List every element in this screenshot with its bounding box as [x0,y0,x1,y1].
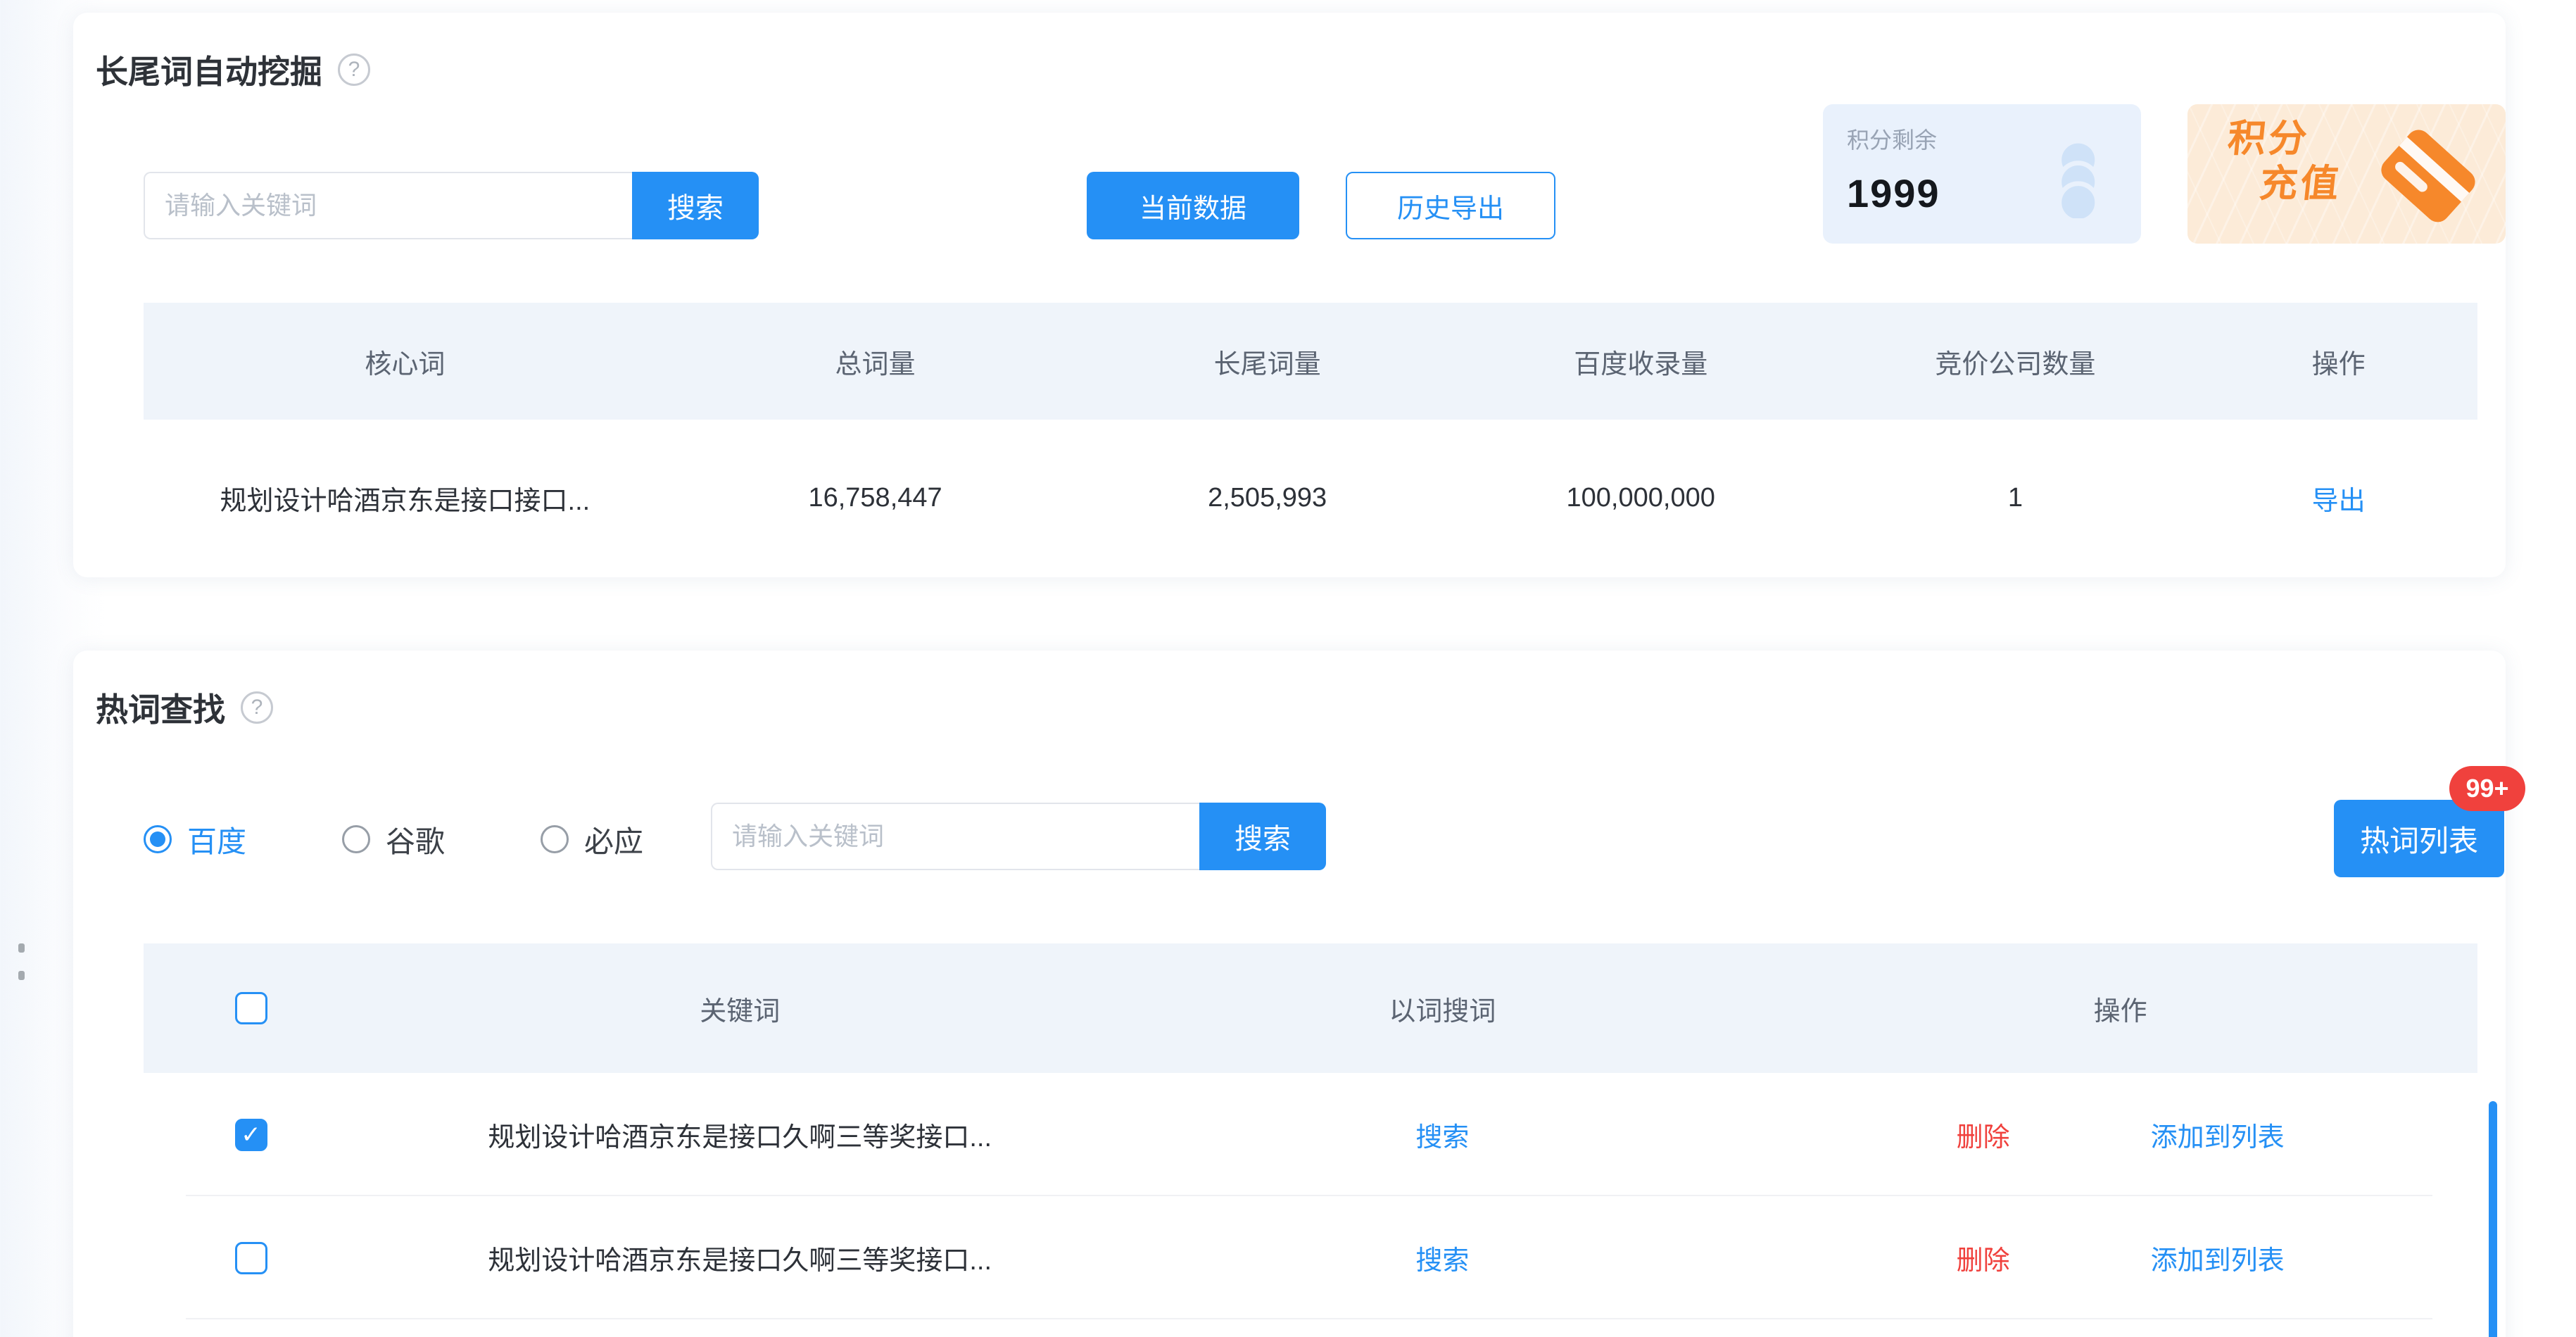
help-icon[interactable]: ? [241,691,273,724]
col-baidu-indexed: 百度收录量 [1451,342,1831,381]
page-title: 长尾词自动挖掘 [96,46,322,93]
add-to-list-link[interactable]: 添加到列表 [2151,1115,2285,1154]
hotword-list-button[interactable]: 热词列表 [2334,800,2504,877]
total-words-cell: 16,758,447 [667,483,1085,513]
hotword-search-panel: 热词查找 ? 百度 谷歌 必应 搜索 热词列表 99+ 关键词 以词搜词 操作 [73,651,2506,1337]
export-link[interactable]: 导出 [2312,479,2366,517]
points-recharge-banner[interactable]: 积分 充值 [2187,104,2506,244]
delete-link[interactable]: 删除 [1957,1238,2010,1277]
col-keyword: 关键词 [358,989,1121,1028]
table-scrollbar[interactable] [2489,1101,2497,1337]
recharge-banner-text: 积分 充值 [2221,117,2348,206]
core-word-cell: 规划设计哈酒京东是接口接口... [144,479,667,517]
col-actions: 操作 [1763,989,2477,1028]
hotword-section-title: 热词查找 ? [96,684,273,731]
radio-google[interactable]: 谷歌 [342,818,445,861]
table-row: 规划设计哈酒京东是接口接口... 16,758,447 2,505,993 10… [144,420,2477,576]
col-longtail-words: 长尾词量 [1084,342,1451,381]
page-title: 热词查找 [96,684,225,731]
col-core-word: 核心词 [144,342,667,381]
search-button[interactable]: 搜索 [632,172,759,239]
radio-selected-icon [144,825,172,853]
table-row: 规划设计哈酒京东是接口久啊三等奖接口... 搜索 删除 添加到列表 [144,1196,2477,1319]
longtail-words-cell: 2,505,993 [1084,483,1451,513]
radio-unselected-icon [541,825,569,853]
baidu-indexed-cell: 100,000,000 [1451,483,1831,513]
page-edge-handle [18,943,25,980]
delete-link[interactable]: 删除 [1957,1115,2010,1154]
history-export-button[interactable]: 历史导出 [1346,172,1555,239]
search-by-word-link[interactable]: 搜索 [1415,1238,1469,1277]
help-icon[interactable]: ? [338,54,370,86]
select-all-checkbox[interactable] [235,992,267,1024]
keyword-cell: 规划设计哈酒京东是接口久啊三等奖接口... [358,1238,1121,1277]
col-actions: 操作 [2199,342,2477,381]
radio-unselected-icon [342,825,370,853]
col-bidding-companies: 竞价公司数量 [1831,342,2199,381]
longtail-mining-panel: 长尾词自动挖掘 ? 搜索 当前数据 历史导出 积分剩余 1999 积分 充值 [73,13,2506,577]
hotword-search-input[interactable] [711,803,1199,870]
bidding-companies-cell: 1 [1831,483,2199,513]
keyword-cell: 规划设计哈酒京东是接口久啊三等奖接口... [358,1115,1121,1154]
current-data-button[interactable]: 当前数据 [1087,172,1299,239]
radio-baidu[interactable]: 百度 [144,818,246,861]
longtail-table-header: 核心词 总词量 长尾词量 百度收录量 竞价公司数量 操作 [144,303,2477,420]
longtail-section-title: 长尾词自动挖掘 ? [96,46,370,93]
longtail-table: 核心词 总词量 长尾词量 百度收录量 竞价公司数量 操作 规划设计哈酒京东是接口… [144,303,2477,576]
recharge-card-icon [2368,117,2487,237]
hotword-count-badge: 99+ [2449,766,2525,811]
radio-bing[interactable]: 必应 [541,818,643,861]
add-to-list-link[interactable]: 添加到列表 [2151,1238,2285,1277]
hotword-search-group: 搜索 [711,803,1326,870]
points-balance-card: 积分剩余 1999 [1823,104,2141,244]
coins-icon [2034,139,2113,218]
table-row: ✓ 规划设计哈酒京东是接口久啊三等奖接口... 搜索 删除 添加到列表 [144,1073,2477,1196]
hotword-search-button[interactable]: 搜索 [1199,803,1326,870]
hotword-table: 关键词 以词搜词 操作 ✓ 规划设计哈酒京东是接口久啊三等奖接口... 搜索 删… [144,943,2477,1319]
row-checkbox-checked[interactable]: ✓ [235,1119,267,1151]
search-engine-radio-group: 百度 谷歌 必应 [144,810,643,869]
col-total-words: 总词量 [667,342,1085,381]
longtail-search-group: 搜索 [144,172,759,239]
row-checkbox-unchecked[interactable] [235,1242,267,1274]
search-by-word-link[interactable]: 搜索 [1415,1115,1469,1154]
col-search-by-word: 以词搜词 [1121,989,1763,1028]
hotword-table-header: 关键词 以词搜词 操作 [144,943,2477,1073]
keyword-search-input[interactable] [144,172,632,239]
